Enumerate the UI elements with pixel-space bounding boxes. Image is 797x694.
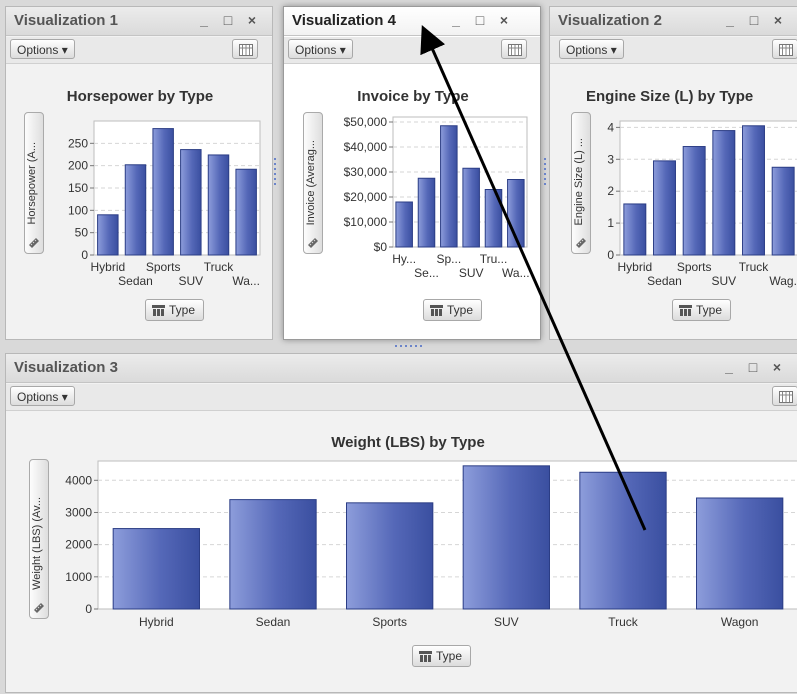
y-tick-label: 0 [81,248,88,262]
type-button-label: Type [447,303,474,317]
type-button-label: Type [696,303,723,317]
y-tick-label: 2000 [65,538,92,552]
x-tick-label: Sedan [256,615,291,629]
x-tick-label: Tru... [480,252,508,266]
engine-size-bar-chart: 0 1 2 3 4 Hybrid Sports Truck Sedan SUV Wag. [607,120,797,288]
y-tick-label: 0 [85,602,92,616]
x-axis-type-button[interactable]: Type [412,645,472,667]
x-tick-label: Wag. [769,274,797,288]
category-icon [430,305,443,316]
plot-area [97,460,797,610]
x-axis-type-button[interactable]: Type [145,299,205,321]
bar-suv[interactable] [462,465,550,610]
plot-area [619,120,797,256]
y-tick-label: 100 [68,203,88,217]
visualization-1-panel: Visualization 1 _ □ × Options ▾ Horsepower… [5,6,273,340]
bar-truck[interactable] [579,471,667,610]
x-tick-label: Sports [677,260,712,274]
y-tick-label: $50,000 [344,115,388,129]
y-tick-label: 1 [607,216,614,230]
visualization-2-panel: Visualization 2 _ □ × Options ▾ Engine Siz… [549,6,797,340]
splitter-grip-vertical[interactable] [543,158,547,186]
x-tick-label: Sp... [436,252,461,266]
bar-hybrid[interactable] [97,214,119,256]
bar-hybrid[interactable] [623,203,647,256]
x-tick-label: Truck [204,260,235,274]
y-tick-label: $30,000 [344,165,388,179]
x-tick-label: Truck [608,615,639,629]
bar-truck[interactable] [742,125,765,256]
x-tick-label: SUV [494,615,519,629]
type-button-label: Type [169,303,196,317]
y-tick-label: 200 [68,159,88,173]
bar-hybrid[interactable] [112,528,200,610]
x-tick-label: Se... [414,266,439,280]
x-tick-label: SUV [711,274,736,288]
x-tick-label: Hybrid [90,260,125,274]
bar-suv[interactable] [462,167,480,248]
bar-hybrid[interactable] [395,201,413,248]
bar-sports[interactable] [682,146,706,256]
y-tick-label: 0 [607,248,614,262]
y-tick-label: 4 [607,120,614,134]
bar-suv[interactable] [712,130,736,256]
x-tick-label: Wa... [502,266,530,280]
x-tick-label: Hy... [392,252,416,266]
x-axis-type-button[interactable]: Type [672,299,732,321]
y-tick-label: 2 [607,184,614,198]
splitter-grip-horizontal[interactable] [395,344,425,348]
horsepower-bar-chart: 0 50 100 150 200 250 Hybrid Sports Truck Sedan SUV… [68,120,261,288]
x-tick-label: Sports [146,260,181,274]
category-icon [419,651,432,662]
y-tick-label: 3000 [65,505,92,519]
bar-wagon[interactable] [696,497,784,610]
x-tick-label: Sports [372,615,407,629]
x-tick-label: Wa... [232,274,260,288]
x-tick-label: SUV [459,266,484,280]
visualization-4-panel[interactable]: Visualization 4 _ □ × Options ▾ Invoice by… [283,6,541,340]
y-tick-label: 150 [68,181,88,195]
category-icon [679,305,692,316]
x-tick-label: SUV [178,274,203,288]
x-tick-label: Truck [739,260,770,274]
bar-sedan[interactable] [653,160,676,256]
y-tick-label: $0 [374,240,388,254]
bar-truck[interactable] [484,189,503,248]
y-tick-label: 250 [68,136,88,150]
plot-area [392,116,528,248]
weight-bar-chart: 0 1000 2000 3000 4000 Hybrid Sedan Sports SUV Tru… [65,460,797,629]
bar-sports[interactable] [152,128,174,256]
bar-sports[interactable] [346,502,434,610]
x-tick-label: Wagon [721,615,759,629]
y-tick-label: 4000 [65,473,92,487]
y-tick-label: $40,000 [344,140,388,154]
y-tick-label: 50 [75,226,89,240]
bar-truck[interactable] [207,154,230,256]
y-tick-label: 3 [607,152,614,166]
invoice-bar-chart: $0 $10,000 $20,000 $30,000 $40,000 $50,000 Hy.… [344,115,530,280]
bar-sedan[interactable] [417,177,436,248]
bar-sedan[interactable] [229,499,317,610]
type-button-label: Type [436,649,463,663]
y-tick-label: 1000 [65,570,92,584]
y-tick-label: $20,000 [344,190,388,204]
bar-wagon[interactable] [507,179,525,248]
x-tick-label: Sedan [647,274,682,288]
x-axis-type-button[interactable]: Type [423,299,483,321]
category-icon [152,305,165,316]
splitter-grip-vertical[interactable] [273,158,277,186]
x-tick-label: Hybrid [139,615,174,629]
bar-suv[interactable] [180,149,202,256]
y-tick-label: $10,000 [344,215,388,229]
bar-wagon[interactable] [235,168,257,256]
x-tick-label: Hybrid [617,260,652,274]
x-tick-label: Sedan [118,274,153,288]
visualization-3-panel: Visualization 3 _ □ × Options ▾ Weight (LB… [5,353,797,693]
bar-sedan[interactable] [124,164,147,256]
bar-sports[interactable] [440,125,458,248]
bar-wagon[interactable] [771,166,795,256]
